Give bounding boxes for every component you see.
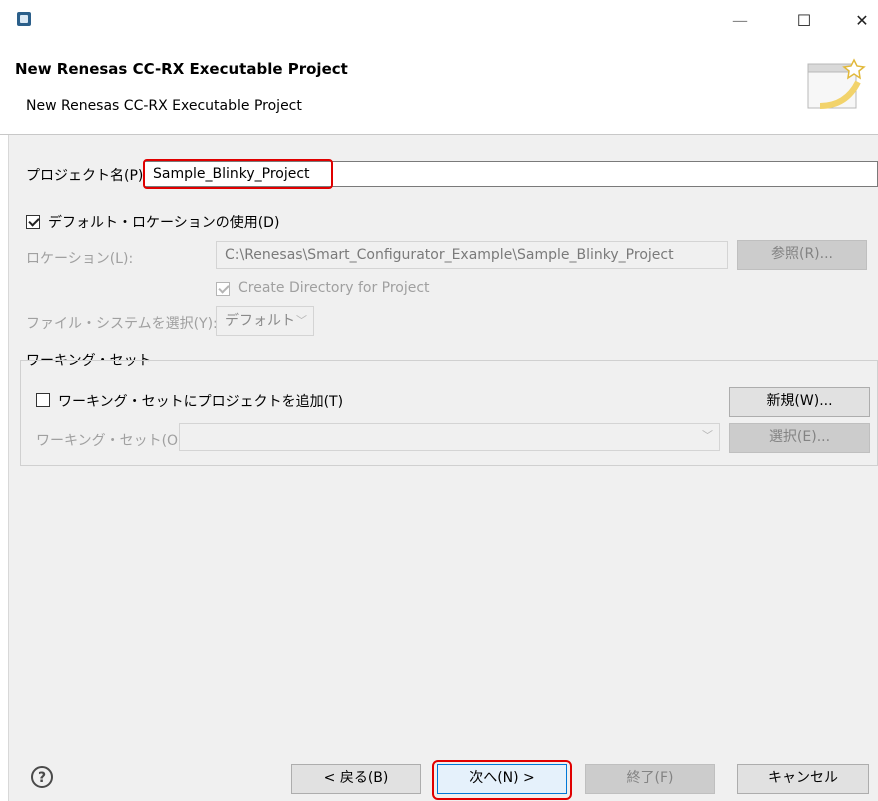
cancel-button[interactable]: キャンセル [737,764,869,794]
use-default-location-checkbox[interactable] [26,215,40,229]
browse-button[interactable]: 参照(R)... [737,240,867,270]
add-to-working-set-checkbox[interactable] [36,393,50,407]
working-set-select-label: ワーキング・セット(O): [36,433,189,449]
file-system-select[interactable]: デフォルト ﹀ [216,306,314,336]
finish-button[interactable]: 終了(F) [585,764,715,794]
working-set-combo[interactable]: ﹀ [179,423,720,451]
add-to-working-set-label: ワーキング・セットにプロジェクトを追加(T) [58,394,344,410]
project-name-label: プロジェクト名(P): [26,168,149,184]
file-system-label: ファイル・システムを選択(Y): [26,316,218,332]
help-icon[interactable]: ? [31,766,53,788]
chevron-down-icon: ﹀ [296,314,307,327]
new-working-set-button[interactable]: 新規(W)... [729,387,870,417]
use-default-location-label: デフォルト・ロケーションの使用(D) [48,215,280,231]
close-button[interactable]: ✕ [848,8,876,34]
back-button[interactable]: < 戻る(B) [291,764,421,794]
file-system-value: デフォルト [225,313,295,329]
title-bar: — ☐ ✕ [0,0,878,40]
location-field[interactable]: C:\Renesas\Smart_Configurator_Example\Sa… [216,241,728,269]
project-name-highlight [143,159,333,189]
create-directory-label: Create Directory for Project [238,280,430,296]
wizard-banner-icon [806,56,870,118]
location-label: ロケーション(L): [26,251,134,267]
wizard-description: New Renesas CC-RX Executable Project [26,98,302,114]
create-directory-checkbox[interactable] [216,282,230,296]
next-button-highlight [432,760,572,800]
wizard-content [8,135,878,801]
app-icon [17,12,31,26]
chevron-down-icon: ﹀ [702,429,713,442]
select-working-set-button[interactable]: 選択(E)... [729,423,870,453]
wizard-title: New Renesas CC-RX Executable Project [15,60,348,78]
maximize-button[interactable]: ☐ [790,8,818,34]
minimize-button[interactable]: — [726,8,754,34]
